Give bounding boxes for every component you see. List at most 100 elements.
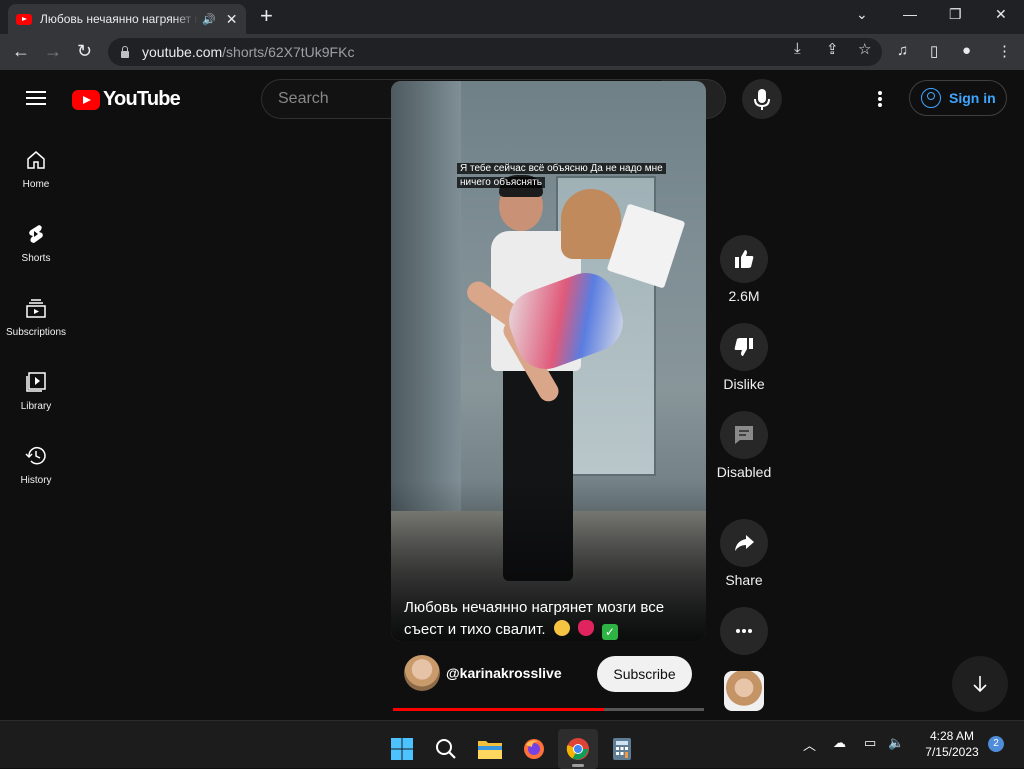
youtube-logo[interactable]: YouTube [72, 88, 181, 111]
network-icon[interactable]: ▭ [864, 735, 876, 751]
windows-logo-icon [391, 738, 413, 760]
shorts-icon [29, 225, 43, 243]
url-host: youtube.com [142, 44, 223, 60]
caption-line: Я тебе сейчас всё объясню Да не надо мне [457, 163, 666, 174]
comments-button[interactable] [720, 411, 768, 459]
like-button[interactable] [720, 235, 768, 283]
microphone-icon [754, 89, 770, 110]
address-bar[interactable]: youtube.com/shorts/62X7tUk9FKc [108, 38, 882, 66]
video-progress-fill [393, 708, 605, 711]
history-icon [25, 447, 46, 465]
reload-button[interactable]: ↻ [77, 41, 92, 61]
share-button[interactable] [720, 519, 768, 567]
share-label: Share [725, 572, 763, 588]
video-progress-bar[interactable] [393, 708, 704, 711]
chrome-icon [566, 738, 589, 760]
share-page-icon[interactable]: ⇪ [826, 40, 839, 58]
logo-text: YouTube [103, 88, 181, 110]
url-text: youtube.com/shorts/62X7tUk9FKc [142, 44, 354, 60]
rofl-emoji-icon [553, 620, 570, 636]
sidebar-item-home[interactable]: Home [0, 149, 72, 190]
browser-tab-bar: Любовь нечаянно нагрянет мозги все съест… [0, 0, 1024, 34]
broken-heart-emoji-icon [577, 620, 594, 636]
more-horizontal-icon [736, 629, 752, 633]
short-title[interactable]: Любовь нечаянно нагрянет мозги все съест… [404, 597, 704, 641]
sidebar-item-label: Library [20, 401, 52, 412]
show-hidden-icons-chevron-icon[interactable]: ︿ [803, 735, 816, 754]
restore-button[interactable]: ❐ [949, 6, 962, 23]
more-actions-button[interactable] [720, 607, 768, 655]
chrome-button[interactable] [558, 729, 598, 769]
share-arrow-icon [735, 535, 754, 551]
short-title-line2: съест и тихо свалит. [404, 621, 546, 638]
sign-in-button[interactable]: Sign in [909, 80, 1007, 116]
close-tab-icon[interactable]: ✕ [226, 11, 238, 28]
calculator-button[interactable] [602, 729, 642, 769]
taskbar-search-button[interactable] [426, 729, 466, 769]
media-control-icon[interactable]: ♫ [897, 42, 908, 59]
home-icon [27, 151, 45, 169]
url-path: /shorts/62X7tUk9FKc [222, 44, 355, 60]
youtube-play-logo-icon [72, 89, 100, 110]
volume-icon[interactable]: 🔈 [888, 735, 904, 751]
subscriptions-icon [26, 299, 46, 318]
sidebar-item-label: History [20, 475, 52, 486]
tab-title: Любовь нечаянно нагрянет мозги все съест… [40, 12, 198, 26]
forward-button[interactable]: → [44, 41, 62, 61]
browser-toolbar: ← → ↻ youtube.com/shorts/62X7tUk9FKc ⤓ ⇪… [0, 34, 1024, 70]
folder-icon [478, 741, 502, 759]
chrome-menu-icon[interactable]: ⋮ [997, 42, 1012, 60]
sound-source-thumbnail[interactable] [724, 671, 764, 711]
like-count: 2.6M [728, 288, 760, 304]
sidebar-item-history[interactable]: History [0, 445, 72, 486]
browser-tab[interactable]: Любовь нечаянно нагрянет мозги все съест… [8, 4, 246, 34]
caption-line: ничего объяснять [457, 177, 545, 188]
next-short-button[interactable] [952, 656, 1008, 712]
start-button[interactable] [382, 729, 422, 769]
comments-label: Disabled [716, 464, 772, 480]
extensions-icon[interactable]: ▯ [930, 42, 938, 60]
youtube-favicon-icon [16, 13, 32, 25]
search-icon [436, 739, 456, 759]
bookmark-star-icon[interactable]: ☆ [858, 40, 871, 58]
dislike-label: Dislike [723, 376, 765, 392]
sidebar-item-subscriptions[interactable]: Subscriptions [0, 297, 72, 338]
sidebar-item-shorts[interactable]: Shorts [0, 223, 72, 264]
sidebar-item-label: Subscriptions [5, 327, 67, 338]
calculator-icon [613, 738, 631, 760]
thumbs-down-icon [734, 338, 753, 356]
profile-icon[interactable]: ● [962, 42, 971, 59]
file-explorer-button[interactable] [470, 729, 510, 769]
sign-in-label: Sign in [949, 90, 996, 106]
firefox-icon [524, 739, 544, 759]
sidebar-item-label: Shorts [21, 253, 51, 264]
comment-icon [735, 426, 753, 444]
video-caption: Я тебе сейчас всё объясню Да не надо мне… [457, 162, 707, 190]
settings-menu-icon[interactable] [878, 91, 882, 107]
close-window-button[interactable]: ✕ [995, 6, 1007, 23]
channel-name[interactable]: @karinakrosslive [446, 665, 562, 681]
back-button[interactable]: ← [12, 41, 30, 61]
new-tab-button[interactable]: + [260, 5, 273, 27]
library-icon [26, 372, 46, 392]
audio-playing-icon[interactable]: 🔊 [202, 13, 216, 26]
onedrive-cloud-icon[interactable]: ☁ [833, 735, 846, 751]
channel-avatar[interactable] [404, 655, 440, 691]
clock-time: 4:28 AM [929, 729, 975, 743]
dislike-button[interactable] [720, 323, 768, 371]
subscribe-button[interactable]: Subscribe [597, 656, 692, 692]
sidebar-item-library[interactable]: Library [0, 371, 72, 412]
sidebar-item-label: Home [22, 179, 50, 190]
install-app-icon[interactable]: ⤓ [794, 40, 801, 57]
voice-search-button[interactable] [742, 79, 782, 119]
lock-icon[interactable] [120, 46, 130, 58]
check-mark-emoji-icon: ✓ [602, 624, 619, 640]
clock-date: 7/15/2023 [925, 745, 979, 759]
tab-search-icon[interactable]: ⌄ [856, 6, 868, 23]
guide-menu-icon[interactable] [26, 91, 46, 105]
account-icon [921, 88, 941, 108]
notification-count-badge[interactable]: 2 [988, 736, 1004, 752]
firefox-button[interactable] [514, 729, 554, 769]
minimize-button[interactable]: — [903, 6, 917, 22]
system-clock[interactable]: 4:28 AM 7/15/2023 [920, 728, 984, 760]
